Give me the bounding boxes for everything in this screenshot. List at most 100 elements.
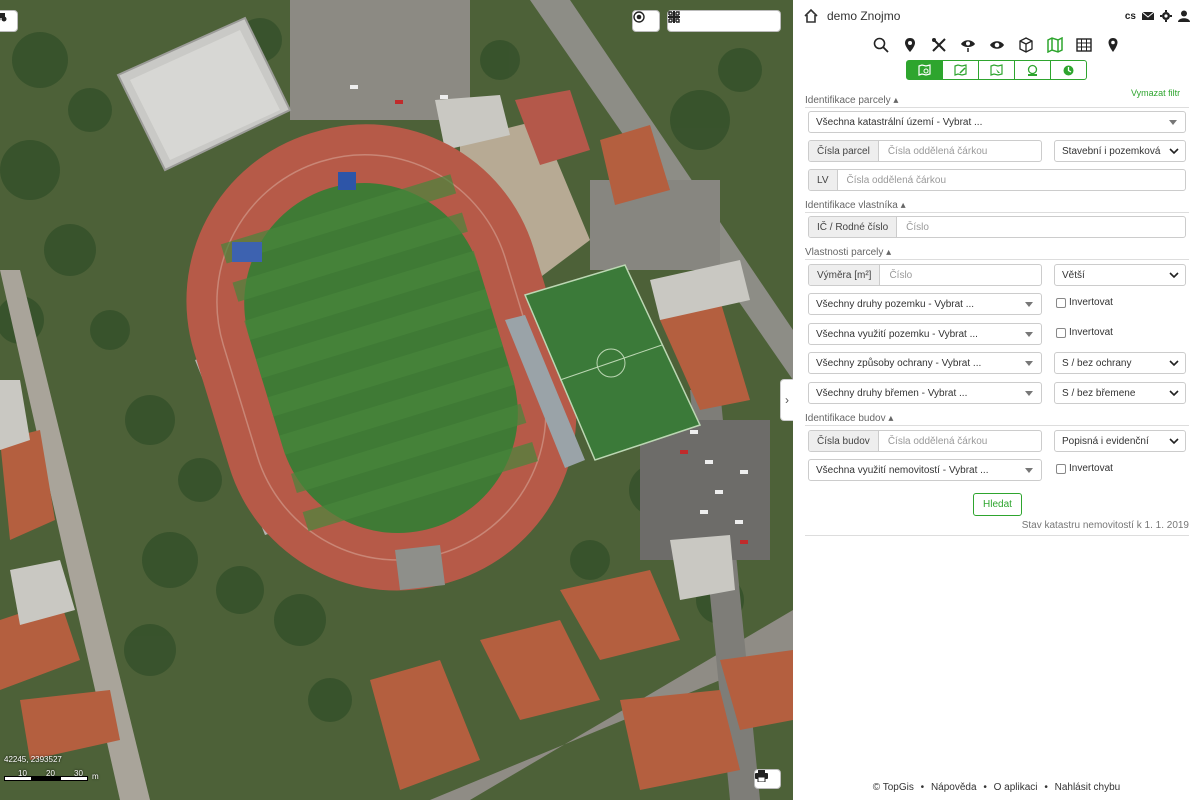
cadastre-state: Stav katastru nemovitostí k 1. 1. 2019	[1021, 520, 1189, 531]
area-input[interactable]: Výměra [m²] Číslo	[808, 264, 1042, 286]
land-types-select[interactable]: Všechny druhy pozemku - Vybrat ...	[808, 293, 1042, 315]
toolbar-table[interactable]	[1073, 34, 1095, 56]
section-parcel-id[interactable]: Identifikace parcely ▴	[805, 95, 898, 106]
divider	[805, 535, 1189, 536]
divider	[805, 259, 1189, 260]
subtab-parcel-search[interactable]	[906, 60, 943, 80]
toolbar-location[interactable]	[1102, 34, 1124, 56]
subtab-parcel-select[interactable]	[978, 60, 1015, 80]
scale-tick: 30	[74, 769, 83, 778]
parcel-numbers-input[interactable]: Čísla parcel Čísla oddělená čárkou	[808, 140, 1042, 162]
cube-icon	[1018, 37, 1033, 53]
land-use-invert[interactable]: Invertovat	[1056, 327, 1113, 338]
toolbar-marker[interactable]	[899, 34, 921, 56]
checkbox[interactable]	[1056, 327, 1066, 338]
envelope-icon[interactable]	[1142, 10, 1154, 22]
cadastral-area-value: Všechna katastrální území - Vybrat ...	[816, 116, 983, 128]
language-switch[interactable]: cs	[1125, 11, 1136, 22]
panel-toggle-button[interactable]: ›	[780, 379, 793, 421]
burdens-mode-select[interactable]: S / bez břemene	[1054, 382, 1186, 404]
history-icon	[1063, 65, 1074, 75]
clear-filter-link[interactable]: Vymazat filtr	[1131, 88, 1180, 98]
geolocation-button[interactable]	[632, 10, 660, 32]
toolbar-visibility[interactable]	[986, 34, 1008, 56]
map-marker-icon	[904, 38, 915, 52]
zoom-out-button[interactable]	[668, 11, 724, 31]
chevron-down-icon	[1169, 148, 1179, 155]
subtab-parcel-edit[interactable]	[942, 60, 979, 80]
coords-readout: 42245, 2393527	[4, 755, 62, 764]
ic-placeholder: Číslo	[906, 221, 929, 233]
print-button[interactable]	[754, 769, 781, 789]
property-use-invert[interactable]: Invertovat	[1056, 463, 1113, 474]
fullscreen-button[interactable]	[669, 11, 780, 31]
burdens-select[interactable]: Všechny druhy břemen - Vybrat ...	[808, 382, 1042, 404]
land-use-select[interactable]: Všechna využití pozemku - Vybrat ...	[808, 323, 1042, 345]
checkbox[interactable]	[1056, 463, 1066, 474]
toolbar-layers-view[interactable]	[957, 34, 979, 56]
copyright: © TopGis	[872, 782, 914, 793]
parcel-type-select[interactable]: Stavební i pozemková	[1054, 140, 1186, 162]
section-parcel-props[interactable]: Vlastnosti parcely ▴	[805, 247, 891, 258]
protection-select[interactable]: Všechny způsoby ochrany - Vybrat ...	[808, 352, 1042, 374]
map-controls-group	[667, 10, 781, 32]
land-types-invert[interactable]: Invertovat	[1056, 297, 1113, 308]
scale-ticks: 10 20 30	[18, 769, 102, 778]
subtab-building-search[interactable]	[1014, 60, 1051, 80]
chevron-down-icon	[1169, 360, 1179, 367]
area-compare-select[interactable]: Větší	[1054, 264, 1186, 286]
protection-mode-select[interactable]: S / bez ochrany	[1054, 352, 1186, 374]
land-use-value: Všechna využití pozemku - Vybrat ...	[816, 328, 978, 340]
report-bug-link[interactable]: Nahlásit chybu	[1055, 782, 1121, 793]
building-numbers-placeholder: Čísla oddělená čárkou	[887, 435, 988, 447]
building-search-icon	[1027, 64, 1038, 76]
section-building-id[interactable]: Identifikace budov ▴	[805, 413, 893, 424]
toolbar-3d[interactable]	[1015, 34, 1037, 56]
ic-input[interactable]: IČ / Rodné číslo Číslo	[808, 216, 1186, 238]
chevron-right-icon: ›	[785, 393, 789, 407]
land-types-value: Všechny druhy pozemku - Vybrat ...	[816, 298, 975, 310]
caret-down-icon	[1025, 360, 1033, 366]
about-link[interactable]: O aplikaci	[994, 782, 1038, 793]
binoculars-icon	[0, 13, 7, 22]
lv-label: LV	[809, 170, 838, 190]
search-button[interactable]: Hledat	[973, 493, 1022, 516]
divider	[805, 425, 1189, 426]
caret-down-icon	[1025, 390, 1033, 396]
fullscreen-icon	[669, 12, 679, 22]
scale-tick: 20	[46, 769, 55, 778]
locate-button[interactable]	[0, 10, 18, 32]
area-compare-value: Větší	[1062, 269, 1085, 281]
toolbar-search[interactable]	[870, 34, 892, 56]
section-owner-id[interactable]: Identifikace vlastníka ▴	[805, 200, 906, 211]
gear-icon[interactable]	[1160, 10, 1172, 22]
building-numbers-input[interactable]: Čísla budov Čísla oddělená čárkou	[808, 430, 1042, 452]
subtab-history[interactable]	[1050, 60, 1087, 80]
building-number-type-select[interactable]: Popisná i evidenční	[1054, 430, 1186, 452]
aerial-photo	[0, 0, 793, 800]
parcel-numbers-placeholder: Čísla oddělená čárkou	[887, 145, 988, 157]
invert-label: Invertovat	[1069, 327, 1113, 338]
toolbar-tools[interactable]	[928, 34, 950, 56]
cadastral-area-select[interactable]: Všechna katastrální území - Vybrat ...	[808, 111, 1186, 133]
parcel-search-icon	[918, 63, 931, 76]
property-use-select[interactable]: Všechna využití nemovitostí - Vybrat ...	[808, 459, 1042, 481]
parcel-select-icon	[990, 63, 1003, 76]
lv-input[interactable]: LV Čísla oddělená čárkou	[808, 169, 1186, 191]
burdens-mode-value: S / bez břemene	[1062, 387, 1136, 399]
map-view[interactable]: › 42245, 2393527 m 10 20 30	[0, 0, 793, 800]
checkbox[interactable]	[1056, 297, 1066, 308]
parcel-numbers-label: Čísla parcel	[809, 141, 879, 161]
map-icon	[1046, 37, 1063, 53]
protection-value: Všechny způsoby ochrany - Vybrat ...	[816, 357, 982, 369]
app-title: demo Znojmo	[827, 9, 901, 23]
panel-footer: © TopGis • Nápověda • O aplikaci • Nahlá…	[872, 782, 1121, 793]
panel-header: demo Znojmo cs	[793, 0, 1200, 32]
home-icon[interactable]	[803, 8, 819, 24]
help-link[interactable]: Nápověda	[931, 782, 977, 793]
location-pin-icon	[1108, 38, 1117, 52]
full-extent-button[interactable]	[668, 11, 752, 31]
layers-eye-icon	[960, 40, 975, 52]
user-icon[interactable]	[1178, 10, 1190, 22]
toolbar-cadastre[interactable]	[1044, 34, 1066, 56]
